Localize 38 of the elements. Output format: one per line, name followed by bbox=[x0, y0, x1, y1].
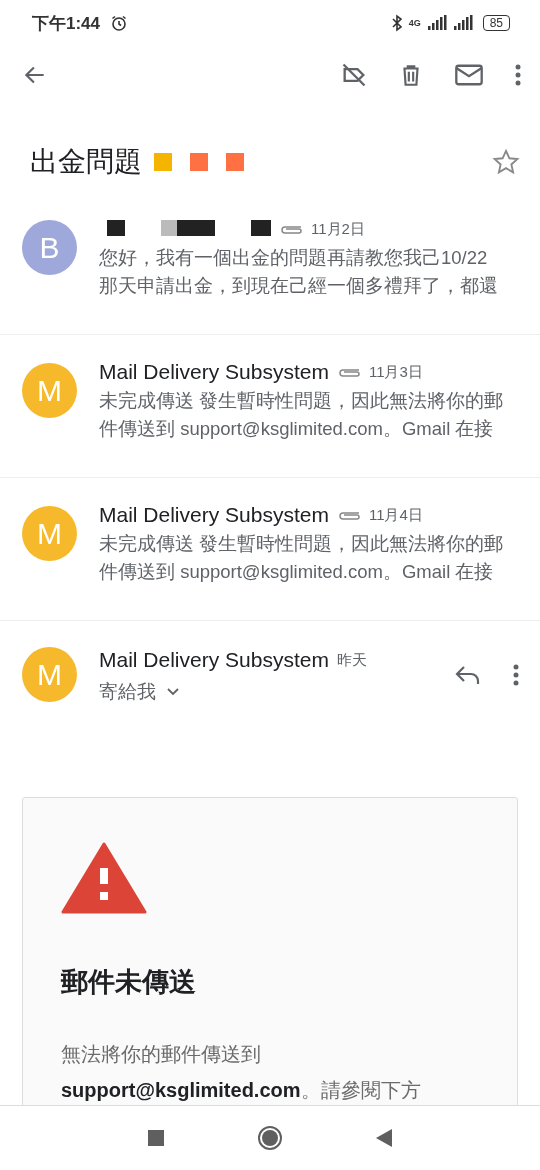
message-snippet: 未完成傳送 發生暫時性問題，因此無法將你的郵 bbox=[99, 389, 505, 413]
network-type: 4G bbox=[408, 18, 421, 28]
sender-name: Mail Delivery Subsystem bbox=[99, 360, 329, 384]
message-snippet: 件傳送到 support@ksglimited.com。Gmail 在接 bbox=[99, 417, 495, 441]
star-icon[interactable] bbox=[492, 148, 520, 176]
warning-icon bbox=[61, 842, 147, 916]
more-icon[interactable] bbox=[514, 63, 522, 87]
avatar: B bbox=[22, 220, 77, 275]
message-date: 11月2日 bbox=[311, 219, 365, 239]
battery-level: 85 bbox=[482, 15, 510, 31]
avatar: M bbox=[22, 363, 77, 418]
message-snippet: 您好，我有一個出金的問題再請教您我己10/22 bbox=[99, 246, 489, 270]
message-date: 11月4日 bbox=[368, 505, 423, 525]
mail-icon[interactable] bbox=[454, 62, 484, 88]
bluetooth-icon bbox=[390, 14, 403, 32]
recents-icon[interactable] bbox=[147, 1129, 165, 1147]
message-date: 昨天 bbox=[336, 650, 367, 670]
signal-icon bbox=[452, 15, 473, 31]
message-date: 11月3日 bbox=[368, 362, 423, 382]
alarm-icon bbox=[110, 14, 129, 32]
sender-name: Mail Delivery Subsystem bbox=[99, 648, 329, 672]
message-snippet: 件傳送到 support@ksglimited.com。Gmail 在接 bbox=[99, 560, 495, 584]
chevron-down-icon bbox=[166, 686, 180, 697]
recipient-toggle[interactable]: 寄給我 bbox=[99, 679, 180, 704]
back-icon[interactable] bbox=[375, 1128, 393, 1148]
avatar: M bbox=[22, 647, 77, 702]
more-icon[interactable] bbox=[512, 662, 520, 687]
signal-icon bbox=[426, 15, 447, 31]
clock-time: 下午1:44 bbox=[32, 12, 101, 35]
notice-title: 郵件未傳送 bbox=[61, 966, 197, 999]
email-subject: 出金問題 bbox=[30, 145, 142, 179]
notice-text: 無法將你的郵件傳送到 support@ksglimited.com。請參閱下方 bbox=[61, 1042, 422, 1103]
home-icon[interactable] bbox=[257, 1125, 283, 1151]
sender-name: Mail Delivery Subsystem bbox=[99, 503, 329, 527]
label-off-icon[interactable] bbox=[340, 61, 368, 89]
message-snippet: 未完成傳送 發生暫時性問題，因此無法將你的郵 bbox=[99, 532, 505, 556]
avatar: M bbox=[22, 506, 77, 561]
message-snippet: 那天申請出金，到現在己經一個多禮拜了，都還 bbox=[99, 274, 499, 298]
